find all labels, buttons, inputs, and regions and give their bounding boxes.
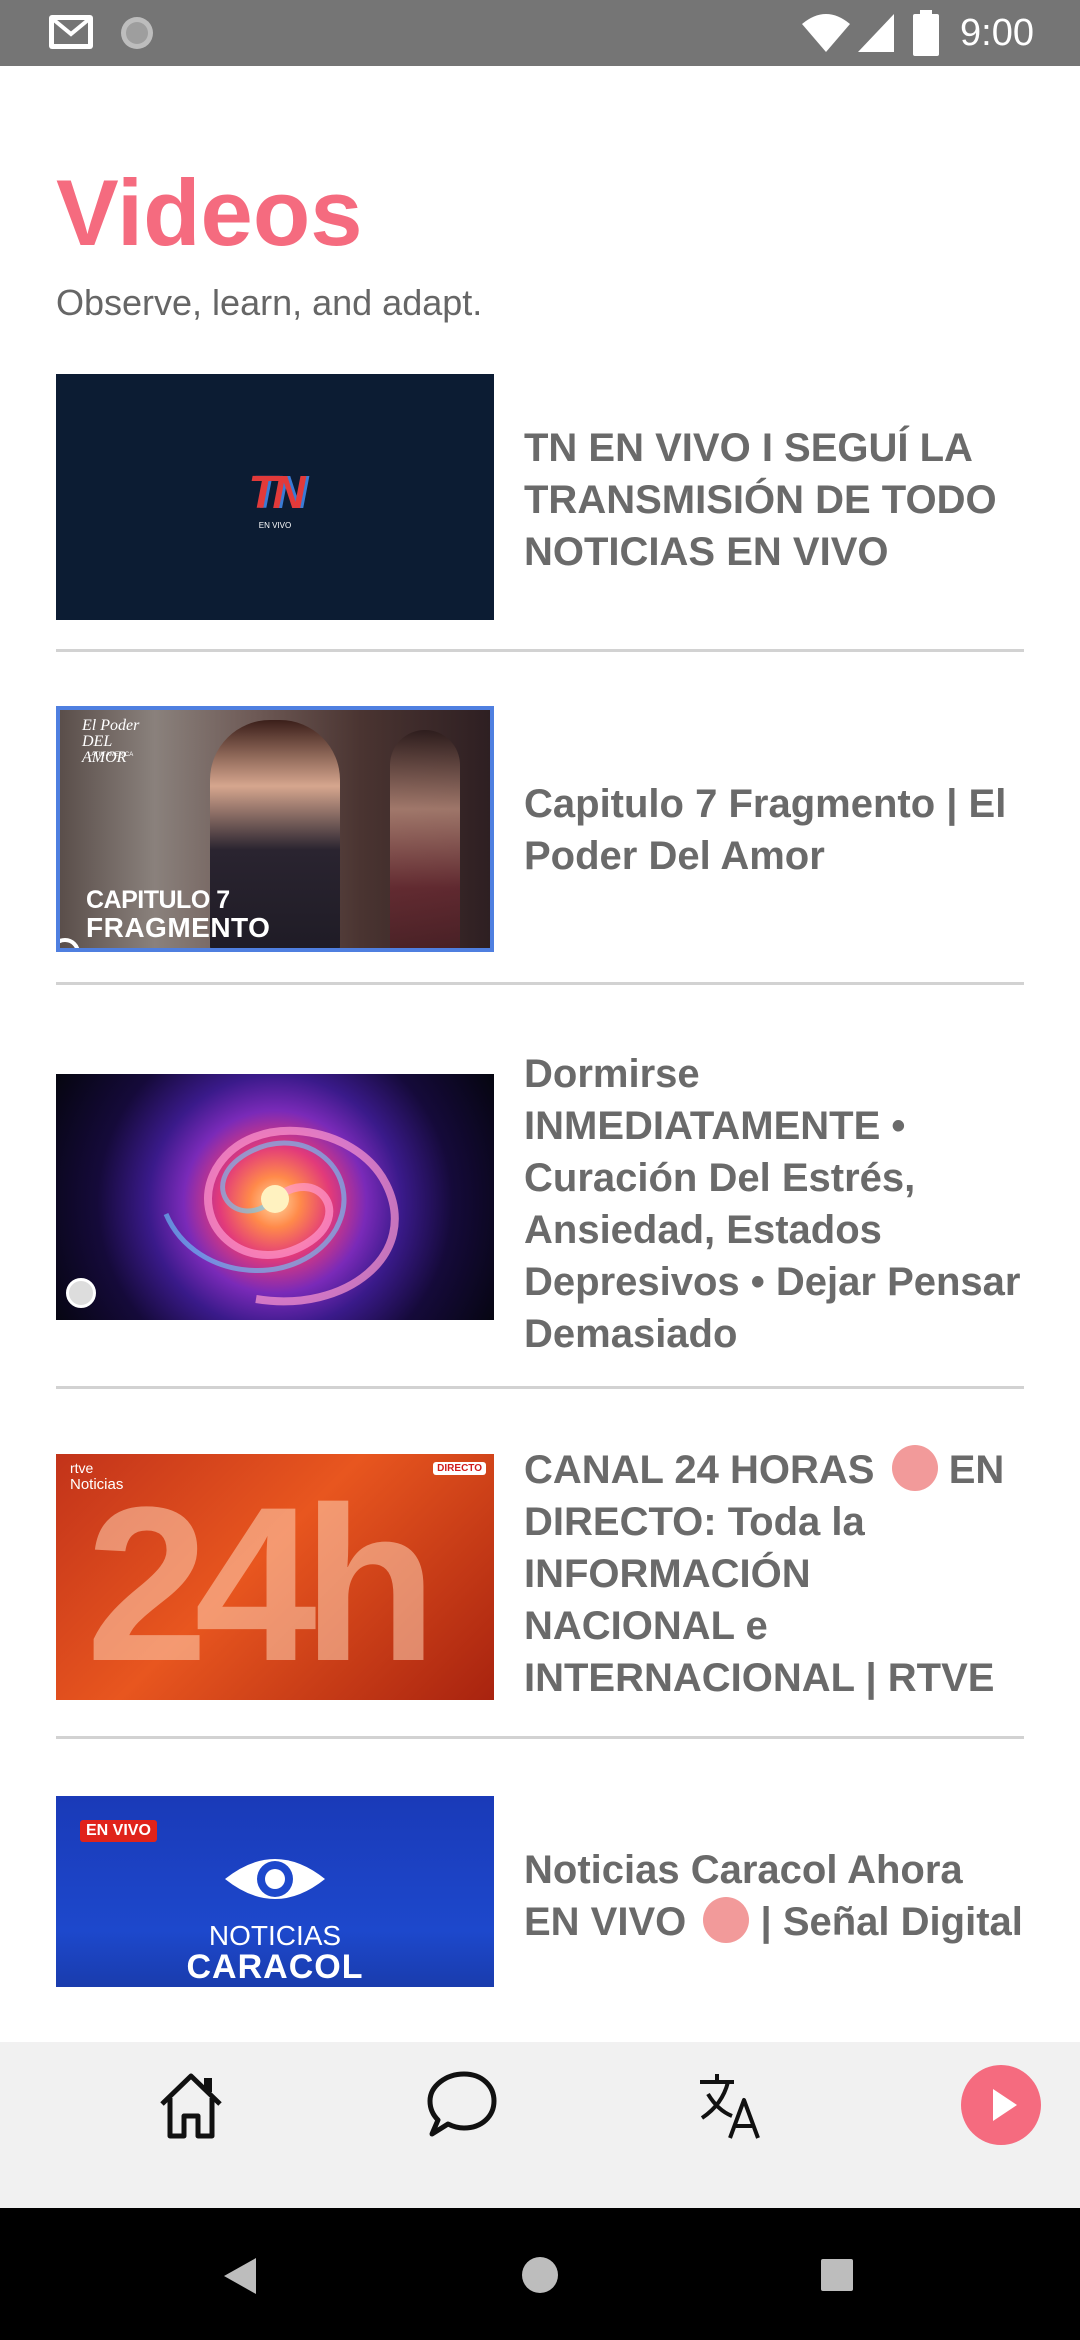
live-dot-icon <box>891 1445 938 1491</box>
thumbnail-brand-sub: Noticias <box>70 1476 124 1493</box>
thumbnail-badge: EN VIVO <box>80 1820 157 1842</box>
video-thumbnail[interactable]: 24h rtve Noticias DIRECTO <box>56 1454 494 1700</box>
divider <box>56 649 1024 652</box>
battery-icon <box>913 10 939 56</box>
cell-signal-icon <box>858 14 894 52</box>
nav-translate-button[interactable] <box>686 2060 776 2150</box>
video-title-part2: | Señal Digital <box>760 1900 1023 1944</box>
thumbnail-line2: FRAGMENTO <box>86 912 271 943</box>
video-title-part1: CANAL 24 HORAS <box>524 1448 875 1492</box>
recents-icon[interactable] <box>820 2258 854 2292</box>
thumbnail-brand-sub: LATIN AMERICA <box>88 752 134 758</box>
page-title: Videos <box>56 160 363 265</box>
status-time: 9:00 <box>960 12 1034 54</box>
nav-home-button[interactable] <box>146 2060 236 2150</box>
thumbnail-tag: EN VIVO <box>258 520 292 530</box>
video-item[interactable]: EN VIVO NOTICIAS CARACOL Noticias Caraco… <box>56 1792 1024 1987</box>
video-thumbnail[interactable] <box>56 1074 494 1320</box>
video-title[interactable]: Noticias Caracol Ahora EN VIVO | Señal D… <box>524 1844 1024 1948</box>
thumbnail-line1: CAPITULO 7 <box>86 886 230 914</box>
divider <box>56 1386 1024 1389</box>
video-item[interactable]: Dormirse INMEDIATAMENTE • Curación Del E… <box>56 1048 1024 1360</box>
divider <box>56 982 1024 985</box>
video-item[interactable]: 24h rtve Noticias DIRECTO CANAL 24 HORAS… <box>56 1444 1024 1706</box>
status-bar: 9:00 <box>0 0 1080 66</box>
nav-chat-button[interactable] <box>416 2060 506 2150</box>
play-icon <box>961 2065 1041 2145</box>
thumbnail-big-text: 24h <box>86 1461 437 1700</box>
thumbnail-brand: rtve <box>70 1460 94 1476</box>
translate-icon <box>700 2074 760 2139</box>
home-icon <box>160 2073 222 2139</box>
page-subtitle: Observe, learn, and adapt. <box>56 282 483 323</box>
back-icon[interactable] <box>222 2256 258 2296</box>
sync-icon <box>121 17 153 49</box>
bottom-nav <box>0 2042 1080 2208</box>
thumbnail-brand: El Poder DEL AMOR <box>82 717 140 766</box>
video-item[interactable]: El Poder DEL AMOR LATIN AMERICA CAPITULO… <box>56 706 1024 952</box>
video-thumbnail[interactable]: El Poder DEL AMOR LATIN AMERICA CAPITULO… <box>56 706 494 952</box>
home-circle-icon[interactable] <box>521 2256 559 2294</box>
video-thumbnail[interactable]: EN VIVO NOTICIAS CARACOL <box>56 1796 494 1987</box>
video-item[interactable]: TN EN VIVO TN EN VIVO I SEGUÍ LA TRANSMI… <box>56 374 1024 620</box>
video-title[interactable]: Capitulo 7 Fragmento | El Poder Del Amor <box>524 778 1024 882</box>
system-nav-bar <box>0 2208 1080 2340</box>
nav-play-button[interactable] <box>956 2060 1046 2150</box>
chat-icon <box>427 2071 497 2137</box>
wifi-icon <box>802 14 850 52</box>
video-title[interactable]: CANAL 24 HORAS EN DIRECTO: Toda la INFOR… <box>524 1444 1024 1704</box>
video-list[interactable]: TN EN VIVO TN EN VIVO I SEGUÍ LA TRANSMI… <box>0 372 1080 1987</box>
thumbnail-logo: TN <box>248 465 305 518</box>
thumbnail-badge: DIRECTO <box>433 1462 486 1475</box>
thumbnail-line2: CARACOL <box>186 1948 364 1986</box>
gmail-icon <box>49 15 93 49</box>
live-dot-icon <box>703 1897 750 1943</box>
video-title[interactable]: Dormirse INMEDIATAMENTE • Curación Del E… <box>524 1048 1024 1360</box>
video-thumbnail[interactable]: TN EN VIVO <box>56 374 494 620</box>
divider <box>56 1736 1024 1739</box>
video-title[interactable]: TN EN VIVO I SEGUÍ LA TRANSMISIÓN DE TOD… <box>524 422 1024 578</box>
